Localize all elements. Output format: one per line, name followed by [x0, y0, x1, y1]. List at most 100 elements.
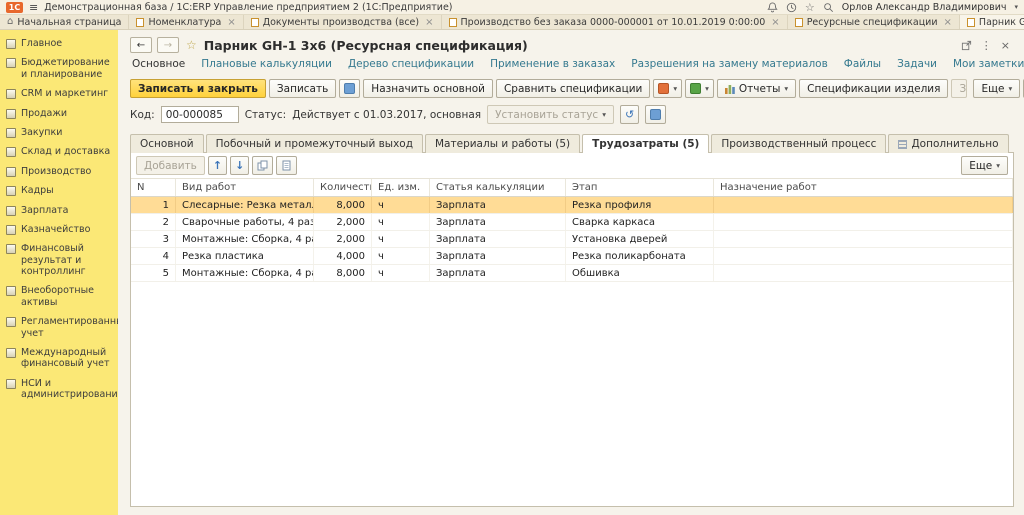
cell-purpose[interactable] [714, 231, 1013, 247]
main-menu-icon[interactable]: ≡ [29, 2, 38, 13]
window-tab[interactable]: ⌂Начальная страница [0, 15, 129, 29]
cell-qty[interactable]: 8,000 [314, 265, 372, 281]
sidebar-item[interactable]: Финансовый результат и контроллинг [0, 239, 118, 281]
cell-n[interactable]: 4 [131, 248, 176, 264]
nav-link[interactable]: Задачи [897, 58, 937, 70]
code-input[interactable]: 00-000085 [161, 106, 239, 123]
cell-work[interactable]: Сварочные работы, 4 разряд [176, 214, 314, 230]
save-button[interactable]: Записать [269, 79, 336, 98]
tab-close-icon[interactable]: × [771, 17, 779, 28]
cell-stage[interactable]: Обшивка [566, 265, 714, 281]
cell-qty[interactable]: 4,000 [314, 248, 372, 264]
kebab-menu-icon[interactable]: ⋮ [981, 40, 992, 51]
cell-n[interactable]: 3 [131, 231, 176, 247]
cell-unit[interactable]: ч [372, 231, 430, 247]
chevron-down-icon[interactable]: ▾ [1014, 4, 1018, 11]
cell-work[interactable]: Резка пластика [176, 248, 314, 264]
nav-link[interactable]: Применение в заказах [490, 58, 615, 70]
favorites-star-icon[interactable]: ☆ [805, 2, 815, 13]
column-header[interactable]: N [131, 179, 176, 196]
nav-link[interactable]: Файлы [844, 58, 881, 70]
copy-row-button[interactable] [252, 156, 273, 175]
detail-tab[interactable]: Производственный процесс [711, 134, 886, 153]
tab-close-icon[interactable]: × [227, 17, 235, 28]
cell-unit[interactable]: ч [372, 248, 430, 264]
column-header[interactable]: Статья калькуляции [430, 179, 566, 196]
nav-link[interactable]: Основное [132, 58, 185, 70]
window-tab[interactable]: Номенклатура× [129, 15, 243, 29]
reread-button[interactable] [339, 79, 360, 98]
sidebar-item[interactable]: Регламентированный учет [0, 312, 118, 343]
cell-article[interactable]: Зарплата [430, 265, 566, 281]
nav-link[interactable]: Разрешения на замену материалов [631, 58, 828, 70]
cell-work[interactable]: Монтажные: Сборка, 4 разряд [176, 265, 314, 281]
sidebar-item[interactable]: Производство [0, 162, 118, 181]
sidebar-item[interactable]: Склад и доставка [0, 142, 118, 161]
detail-tab[interactable]: Основной [130, 134, 204, 153]
open-link-icon[interactable] [961, 40, 972, 51]
cell-purpose[interactable] [714, 248, 1013, 264]
sidebar-item[interactable]: CRM и маркетинг [0, 84, 118, 103]
current-user[interactable]: Орлов Александр Владимирович [842, 2, 1007, 13]
column-header[interactable]: Количество [314, 179, 372, 196]
cell-unit[interactable]: ч [372, 197, 430, 213]
status-history-button[interactable]: ↺ [620, 105, 639, 124]
window-tab[interactable]: Ресурсные спецификации× [788, 15, 960, 29]
status-doc-button[interactable] [645, 105, 666, 124]
tab-close-icon[interactable]: × [425, 17, 433, 28]
column-header[interactable]: Этап [566, 179, 714, 196]
sidebar-item[interactable]: Закупки [0, 123, 118, 142]
cell-qty[interactable]: 2,000 [314, 214, 372, 230]
table-row[interactable]: 5Монтажные: Сборка, 4 разряд8,000чЗарпла… [131, 265, 1013, 282]
print-menu-button[interactable]: ▾ [653, 79, 682, 98]
column-header[interactable]: Назначение работ [714, 179, 1013, 196]
cell-stage[interactable]: Установка дверей [566, 231, 714, 247]
cell-work[interactable]: Монтажные: Сборка, 4 разряд [176, 231, 314, 247]
cell-purpose[interactable] [714, 265, 1013, 281]
cell-stage[interactable]: Резка профиля [566, 197, 714, 213]
cell-stage[interactable]: Сварка каркаса [566, 214, 714, 230]
cell-n[interactable]: 2 [131, 214, 176, 230]
reports-button[interactable]: Отчеты▾ [717, 79, 796, 98]
sidebar-item[interactable]: Международный финансовый учет [0, 343, 118, 374]
sidebar-item[interactable]: НСИ и администрирование [0, 374, 118, 405]
nav-link[interactable]: Дерево спецификации [348, 58, 474, 70]
search-icon[interactable] [823, 2, 834, 13]
sidebar-item[interactable]: Внеоборотные активы [0, 281, 118, 312]
sidebar-item[interactable]: Казначейство [0, 220, 118, 239]
close-form-icon[interactable]: × [1001, 40, 1010, 51]
cell-stage[interactable]: Резка поликарбоната [566, 248, 714, 264]
grid-more-button[interactable]: Еще▾ [961, 156, 1008, 175]
table-row[interactable]: 4Резка пластика4,000чЗарплатаРезка полик… [131, 248, 1013, 265]
cell-unit[interactable]: ч [372, 265, 430, 281]
history-clock-icon[interactable] [786, 2, 797, 13]
cell-article[interactable]: Зарплата [430, 248, 566, 264]
sidebar-item[interactable]: Продажи [0, 104, 118, 123]
cell-n[interactable]: 5 [131, 265, 176, 281]
window-tab[interactable]: Производство без заказа 0000-000001 от 1… [442, 15, 788, 29]
window-tab[interactable]: Документы производства (все)× [244, 15, 442, 29]
notifications-bell-icon[interactable] [767, 2, 778, 13]
column-header[interactable]: Вид работ [176, 179, 314, 196]
detail-tab[interactable]: Материалы и работы (5) [425, 134, 580, 153]
assign-main-button[interactable]: Назначить основной [363, 79, 493, 98]
move-up-button[interactable]: ↑ [208, 156, 227, 175]
cell-qty[interactable]: 2,000 [314, 231, 372, 247]
nav-link[interactable]: Мои заметки [953, 58, 1024, 70]
cell-qty[interactable]: 8,000 [314, 197, 372, 213]
table-row[interactable]: 1Слесарные: Резка металла, 4 раз...8,000… [131, 197, 1013, 214]
cell-unit[interactable]: ч [372, 214, 430, 230]
detail-tab[interactable]: Побочный и промежуточный выход [206, 134, 423, 153]
back-button[interactable]: ← [130, 37, 152, 53]
cell-article[interactable]: Зарплата [430, 214, 566, 230]
paste-row-button[interactable] [276, 156, 297, 175]
sidebar-item[interactable]: Бюджетирование и планирование [0, 53, 118, 84]
detail-tab[interactable]: Дополнительно [888, 134, 1008, 153]
cell-work[interactable]: Слесарные: Резка металла, 4 раз... [176, 197, 314, 213]
cell-purpose[interactable] [714, 197, 1013, 213]
favorite-star-icon[interactable]: ☆ [186, 39, 197, 51]
sidebar-item[interactable]: Главное [0, 34, 118, 53]
move-down-button[interactable]: ↓ [230, 156, 249, 175]
tab-close-icon[interactable]: × [944, 17, 952, 28]
sidebar-item[interactable]: Кадры [0, 181, 118, 200]
